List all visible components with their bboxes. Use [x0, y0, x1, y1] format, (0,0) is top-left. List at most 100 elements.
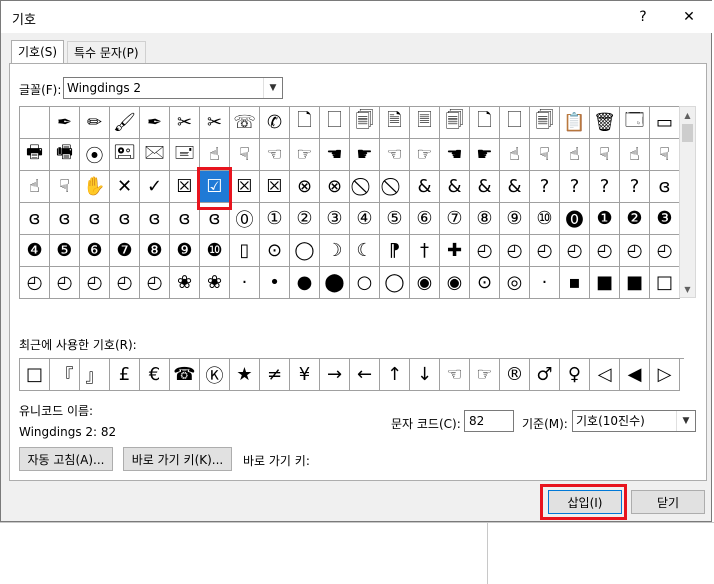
symbol-cell[interactable]: ③ [320, 203, 350, 235]
close-button[interactable]: 닫기 [631, 490, 705, 514]
symbol-cell[interactable]: ☽ [320, 235, 350, 267]
symbol-cell[interactable]: ✒ [140, 107, 170, 139]
symbol-cell[interactable]: ◎ [500, 267, 530, 299]
close-window-button[interactable]: ✕ [667, 1, 711, 33]
symbol-cell[interactable]: ☜ [380, 139, 410, 171]
symbol-cell[interactable]: ◴ [20, 267, 50, 299]
recent-symbol-cell[interactable]: ☜ [440, 359, 470, 391]
symbol-cell[interactable]: ⑥ [410, 203, 440, 235]
symbol-cell[interactable]: ▯ [230, 235, 260, 267]
symbol-cell[interactable]: ☝ [560, 139, 590, 171]
symbol-cell[interactable]: ◴ [110, 267, 140, 299]
symbol-cell[interactable]: ☟ [50, 171, 80, 203]
symbol-cell[interactable]: ☚ [440, 139, 470, 171]
symbol-cell[interactable]: ⃠ [350, 171, 380, 203]
symbol-cell[interactable]: ◴ [650, 235, 680, 267]
recent-symbol-cell[interactable]: ↓ [410, 359, 440, 391]
symbol-cell[interactable]: ■ [620, 267, 650, 299]
symbol-cell[interactable]: ☞ [290, 139, 320, 171]
symbol-cell[interactable]: ☾ [350, 235, 380, 267]
symbol-cell[interactable]: ☟ [230, 139, 260, 171]
symbol-cell[interactable]: ✒ [50, 107, 80, 139]
tab-special-characters[interactable]: 특수 문자(P) [67, 41, 146, 63]
recent-symbol-cell[interactable]: Ⓚ [200, 359, 230, 391]
help-button[interactable]: ? [621, 1, 665, 33]
symbol-cell[interactable]: 🗏 [410, 107, 440, 139]
symbol-cell[interactable]: · [230, 267, 260, 299]
recent-symbols-grid[interactable]: □ 『』 £ € ☎ Ⓚ ★ ≠ ¥ → ← ↑ ↓ ☜ ☞ ® ♂ ♀ ◁ ◀ ▷ [19, 358, 684, 391]
recent-symbol-cell[interactable]: ♂ [530, 359, 560, 391]
symbol-cell[interactable]: ⁋ [380, 235, 410, 267]
symbol-cell[interactable] [20, 107, 50, 139]
symbol-cell[interactable]: ⦿ [80, 139, 110, 171]
symbol-grid-scrollbar[interactable]: ▲ ▼ [679, 106, 696, 298]
symbol-cell[interactable]: ■ [590, 267, 620, 299]
symbol-cell[interactable]: 🖭 [110, 139, 140, 171]
symbol-cell[interactable]: ☏ [230, 107, 260, 139]
symbol-cell[interactable]: 📋 [560, 107, 590, 139]
symbol-cell[interactable]: 🗋 [290, 107, 320, 139]
symbol-cell[interactable]: ⑧ [470, 203, 500, 235]
recent-symbol-cell[interactable]: → [320, 359, 350, 391]
symbol-cell[interactable]: ☜ [260, 139, 290, 171]
symbol-cell[interactable]: 🖂 [140, 139, 170, 171]
symbol-cell[interactable]: ⊙ [470, 267, 500, 299]
symbol-cell[interactable]: ◯ [290, 235, 320, 267]
autocorrect-button[interactable]: 자동 고침(A)... [19, 447, 113, 471]
symbol-cell[interactable]: ☟ [530, 139, 560, 171]
recent-symbol-cell[interactable]: 『 [50, 359, 80, 391]
recent-symbol-cell[interactable]: ◀ [620, 359, 650, 391]
symbol-cell[interactable]: ✓ [140, 171, 170, 203]
symbol-cell[interactable]: □ [650, 267, 680, 299]
scroll-thumb[interactable] [682, 124, 693, 142]
symbol-cell[interactable]: ? [620, 171, 650, 203]
symbol-cell[interactable]: ❿ [200, 235, 230, 267]
shortcut-key-button[interactable]: 바로 가기 키(K)... [123, 447, 232, 471]
symbol-cell[interactable]: ❀ [170, 267, 200, 299]
symbol-cell[interactable]: ⊗ [320, 171, 350, 203]
symbol-cell[interactable]: ⑤ [380, 203, 410, 235]
symbol-cell[interactable]: ◯ [380, 267, 410, 299]
symbol-cell[interactable]: ◉ [440, 267, 470, 299]
symbol-cell[interactable]: ◴ [530, 235, 560, 267]
symbol-cell[interactable]: ✚ [440, 235, 470, 267]
symbol-cell[interactable]: ☒ [260, 171, 290, 203]
recent-symbol-cell[interactable]: ★ [230, 359, 260, 391]
symbol-cell[interactable]: 🗔 [620, 107, 650, 139]
symbol-cell[interactable]: ◴ [620, 235, 650, 267]
symbol-cell[interactable]: ❹ [20, 235, 50, 267]
recent-symbol-cell[interactable]: ¥ [290, 359, 320, 391]
symbol-cell[interactable]: ▭ [650, 107, 680, 139]
symbol-cell[interactable]: ⑨ [500, 203, 530, 235]
recent-symbol-cell[interactable]: ◁ [590, 359, 620, 391]
symbol-cell[interactable]: ❼ [110, 235, 140, 267]
recent-symbol-cell[interactable]: ↑ [380, 359, 410, 391]
symbol-cell[interactable]: 🗑 [590, 107, 620, 139]
symbol-cell[interactable]: • [260, 267, 290, 299]
symbol-cell[interactable]: ⓪ [230, 203, 260, 235]
symbol-cell[interactable]: 🖌 [110, 107, 140, 139]
symbol-cell[interactable]: & [410, 171, 440, 203]
recent-symbol-cell[interactable]: ♀ [560, 359, 590, 391]
symbol-cell[interactable]: ④ [350, 203, 380, 235]
symbol-cell[interactable]: ☛ [470, 139, 500, 171]
symbol-cell[interactable]: ○ [350, 267, 380, 299]
symbol-cell[interactable]: ☝ [620, 139, 650, 171]
symbol-cell[interactable]: ❸ [650, 203, 680, 235]
chevron-down-icon[interactable]: ▼ [263, 78, 282, 98]
symbol-cell[interactable]: 🗐 [440, 107, 470, 139]
base-select[interactable]: 기호(10진수) ▼ [572, 410, 696, 432]
symbol-cell[interactable]: ? [530, 171, 560, 203]
symbol-cell[interactable]: & [500, 171, 530, 203]
symbol-cell[interactable]: & [440, 171, 470, 203]
symbol-cell[interactable]: ◴ [50, 267, 80, 299]
symbol-cell[interactable]: 🖷 [50, 139, 80, 171]
char-code-input[interactable]: 82 [464, 410, 514, 432]
symbol-cell[interactable]: ⓿ [560, 203, 590, 235]
symbol-cell[interactable]: ✆ [260, 107, 290, 139]
recent-symbol-cell[interactable]: ☎ [170, 359, 200, 391]
symbol-cell[interactable]: ɞ [140, 203, 170, 235]
symbol-cell[interactable]: 🗐 [530, 107, 560, 139]
symbol-cell[interactable]: ? [590, 171, 620, 203]
symbol-cell[interactable]: ɞ [50, 203, 80, 235]
